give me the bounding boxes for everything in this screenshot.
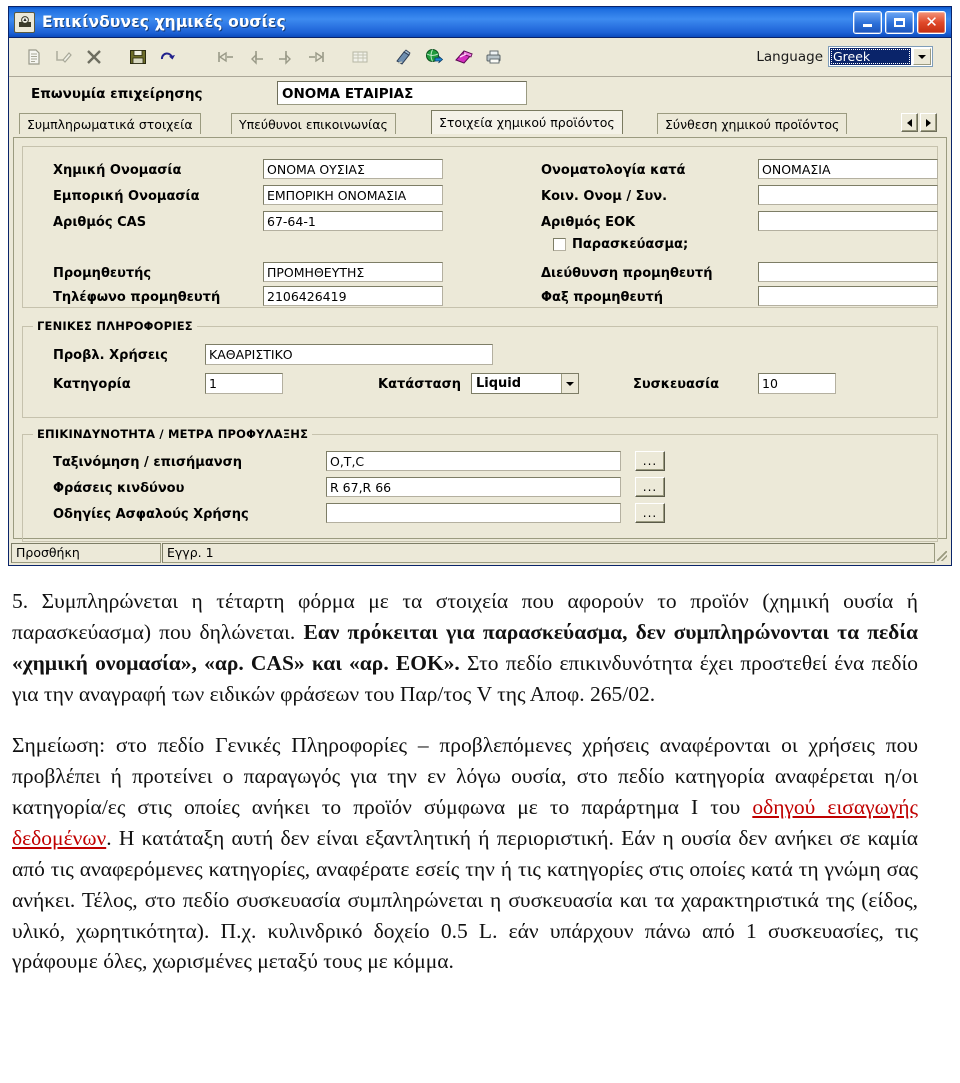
checkbox-icon[interactable] bbox=[553, 238, 566, 251]
close-button[interactable]: ✕ bbox=[917, 10, 946, 34]
tab-chemical-product-details[interactable]: Στοιχεία χημικού προϊόντος bbox=[431, 110, 623, 134]
minimize-icon bbox=[863, 24, 872, 27]
window-title: Επικίνδυνες χημικές ουσίες bbox=[42, 13, 286, 31]
paragraph-2-part-b: . Η κατάταξη αυτή δεν είναι εξαντλητική … bbox=[12, 825, 918, 974]
supplier-phone-input[interactable]: 2106426419 bbox=[263, 286, 443, 306]
chevron-down-icon[interactable] bbox=[913, 48, 931, 65]
first-record-icon[interactable] bbox=[211, 42, 241, 72]
trade-name-label: Εμπορική Ονομασία bbox=[53, 189, 200, 204]
tab-contact-persons[interactable]: Υπεύθυνοι επικοινωνίας bbox=[231, 113, 396, 134]
delete-record-icon[interactable] bbox=[79, 42, 109, 72]
supplier-address-label: Διεύθυνση προμηθευτή bbox=[541, 266, 713, 281]
window-controls: ✕ bbox=[853, 10, 948, 34]
classification-label: Ταξινόμηση / επισήμανση bbox=[53, 455, 243, 470]
general-information-group: ΓΕΝΙΚΕΣ ΠΛΗΡΟΦΟΡΙΕΣ Προβλ. Χρήσεις ΚΑΘΑΡ… bbox=[22, 319, 938, 418]
status-bar: Προσθήκη Εγγρ. 1 bbox=[11, 543, 949, 563]
title-bar[interactable]: Επικίνδυνες χημικές ουσίες ✕ bbox=[9, 7, 951, 38]
maximize-icon bbox=[894, 17, 905, 27]
general-information-legend: ΓΕΝΙΚΕΣ ΠΛΗΡΟΦΟΡΙΕΣ bbox=[33, 319, 197, 333]
safety-instructions-browse-button[interactable]: ... bbox=[635, 503, 665, 523]
company-name-input[interactable]: ΟΝΟΜΑ ΕΤΑΙΡΙΑΣ bbox=[277, 81, 527, 105]
cas-number-label: Αριθμός CAS bbox=[53, 215, 147, 230]
resize-grip-icon[interactable] bbox=[935, 543, 949, 563]
category-label: Κατηγορία bbox=[53, 377, 131, 392]
language-value[interactable]: Greek bbox=[830, 48, 911, 65]
risk-phrases-browse-button[interactable]: ... bbox=[635, 477, 665, 497]
safety-instructions-label: Οδηγίες Ασφαλούς Χρήσης bbox=[53, 507, 249, 522]
arrow-right-icon[interactable] bbox=[920, 113, 937, 132]
hazard-precautions-legend: ΕΠΙΚΙΝΔΥΝΟΤΗΤΑ / ΜΕΤΡΑ ΠΡΟΦΥΛΑΞΗΣ bbox=[33, 427, 313, 441]
classification-browse-button[interactable]: ... bbox=[635, 451, 665, 471]
supplier-fax-label: Φαξ προμηθευτή bbox=[541, 290, 664, 305]
paragraph-2: Σημείωση: στο πεδίο Γενικές Πληροφορίες … bbox=[12, 730, 918, 978]
arrow-left-icon[interactable] bbox=[901, 113, 918, 132]
attachment-icon[interactable] bbox=[389, 42, 419, 72]
tab-strip: Συμπληρωματικά στοιχεία Υπεύθυνοι επικοι… bbox=[9, 110, 951, 135]
intended-uses-label: Προβλ. Χρήσεις bbox=[53, 348, 168, 363]
eec-number-label: Αριθμός ΕΟΚ bbox=[541, 215, 636, 230]
status-mode: Προσθήκη bbox=[11, 543, 161, 563]
supplier-input[interactable]: ΠΡΟΜΗΘΕΥΤΗΣ bbox=[263, 262, 443, 282]
state-label: Κατάσταση bbox=[378, 377, 461, 392]
company-row: Επωνυμία επιχείρησης ΟΝΟΜΑ ΕΤΑΙΡΙΑΣ bbox=[9, 77, 951, 113]
state-combo[interactable]: Liquid bbox=[471, 373, 579, 394]
grid-view-icon[interactable] bbox=[345, 42, 375, 72]
close-icon: ✕ bbox=[925, 12, 938, 31]
intended-uses-input[interactable]: ΚΑΘΑΡΙΣΤΙΚΟ bbox=[205, 344, 493, 365]
risk-phrases-input[interactable]: R 67,R 66 bbox=[326, 477, 621, 497]
print-icon[interactable] bbox=[479, 42, 509, 72]
supplier-fax-input[interactable] bbox=[758, 286, 938, 306]
globe-export-icon[interactable] bbox=[419, 42, 449, 72]
eec-number-input[interactable] bbox=[758, 211, 938, 231]
minimize-button[interactable] bbox=[853, 10, 882, 34]
preparation-checkbox[interactable]: Παρασκεύασμα; bbox=[553, 237, 688, 252]
supplier-address-input[interactable] bbox=[758, 262, 938, 282]
hazard-precautions-group: ΕΠΙΚΙΝΔΥΝΟΤΗΤΑ / ΜΕΤΡΑ ΠΡΟΦΥΛΑΞΗΣ Ταξινό… bbox=[22, 427, 938, 542]
document-text: 5. Συμπληρώνεται η τέταρτη φόρμα με τα σ… bbox=[12, 586, 918, 977]
save-icon[interactable] bbox=[123, 42, 153, 72]
chemical-name-label: Χημική Ονομασία bbox=[53, 163, 182, 178]
hazard-app-icon bbox=[14, 11, 35, 33]
nomenclature-label: Ονοματολογία κατά bbox=[541, 163, 686, 178]
tab-scroll-buttons bbox=[901, 113, 937, 132]
preparation-checkbox-label: Παρασκεύασμα; bbox=[572, 237, 689, 252]
state-value[interactable]: Liquid bbox=[472, 376, 561, 391]
supplier-label: Προμηθευτής bbox=[53, 266, 152, 281]
packaging-input[interactable]: 10 bbox=[758, 373, 836, 394]
next-record-icon[interactable] bbox=[271, 42, 301, 72]
common-name-label: Κοιν. Ονομ / Συν. bbox=[541, 189, 668, 204]
previous-record-icon[interactable] bbox=[241, 42, 271, 72]
edit-record-icon[interactable] bbox=[49, 42, 79, 72]
tab-chemical-product-composition[interactable]: Σύνθεση χημικού προϊόντος bbox=[657, 113, 848, 134]
chemical-name-input[interactable]: ΟΝΟΜΑ ΟΥΣΙΑΣ bbox=[263, 159, 443, 179]
new-record-icon[interactable] bbox=[19, 42, 49, 72]
classification-input[interactable]: O,T,C bbox=[326, 451, 621, 471]
maximize-button[interactable] bbox=[885, 10, 914, 34]
identification-group: Χημική Ονομασία ΟΝΟΜΑ ΟΥΣΙΑΣ Εμπορική Ον… bbox=[22, 146, 938, 308]
language-label: Language bbox=[756, 49, 823, 65]
safety-instructions-input[interactable] bbox=[326, 503, 621, 523]
trade-name-input[interactable]: ΕΜΠΟΡΙΚΗ ΟΝΟΜΑΣΙΑ bbox=[263, 185, 443, 205]
company-name-label: Επωνυμία επιχείρησης bbox=[31, 86, 203, 102]
help-book-icon[interactable] bbox=[449, 42, 479, 72]
tab-supplementary-details[interactable]: Συμπληρωματικά στοιχεία bbox=[19, 113, 201, 134]
toolbar: Language Greek bbox=[9, 38, 951, 77]
application-window: Επικίνδυνες χημικές ουσίες ✕ Language Gr… bbox=[8, 6, 952, 566]
supplier-phone-label: Τηλέφωνο προμηθευτή bbox=[53, 290, 221, 305]
packaging-label: Συσκευασία bbox=[633, 377, 720, 392]
tab-page-chemical-product-details: Χημική Ονομασία ΟΝΟΜΑ ΟΥΣΙΑΣ Εμπορική Ον… bbox=[13, 137, 947, 542]
language-combo[interactable]: Greek bbox=[828, 46, 933, 67]
nomenclature-input[interactable]: ΟΝΟΜΑΣΙΑ bbox=[758, 159, 938, 179]
cas-number-input[interactable]: 67-64-1 bbox=[263, 211, 443, 231]
category-input[interactable]: 1 bbox=[205, 373, 283, 394]
risk-phrases-label: Φράσεις κινδύνου bbox=[53, 481, 185, 496]
chevron-down-icon[interactable] bbox=[561, 374, 578, 393]
common-name-input[interactable] bbox=[758, 185, 938, 205]
last-record-icon[interactable] bbox=[301, 42, 331, 72]
refresh-icon[interactable] bbox=[153, 42, 183, 72]
status-record: Εγγρ. 1 bbox=[162, 543, 935, 563]
paragraph-1: 5. Συμπληρώνεται η τέταρτη φόρμα με τα σ… bbox=[12, 586, 918, 710]
